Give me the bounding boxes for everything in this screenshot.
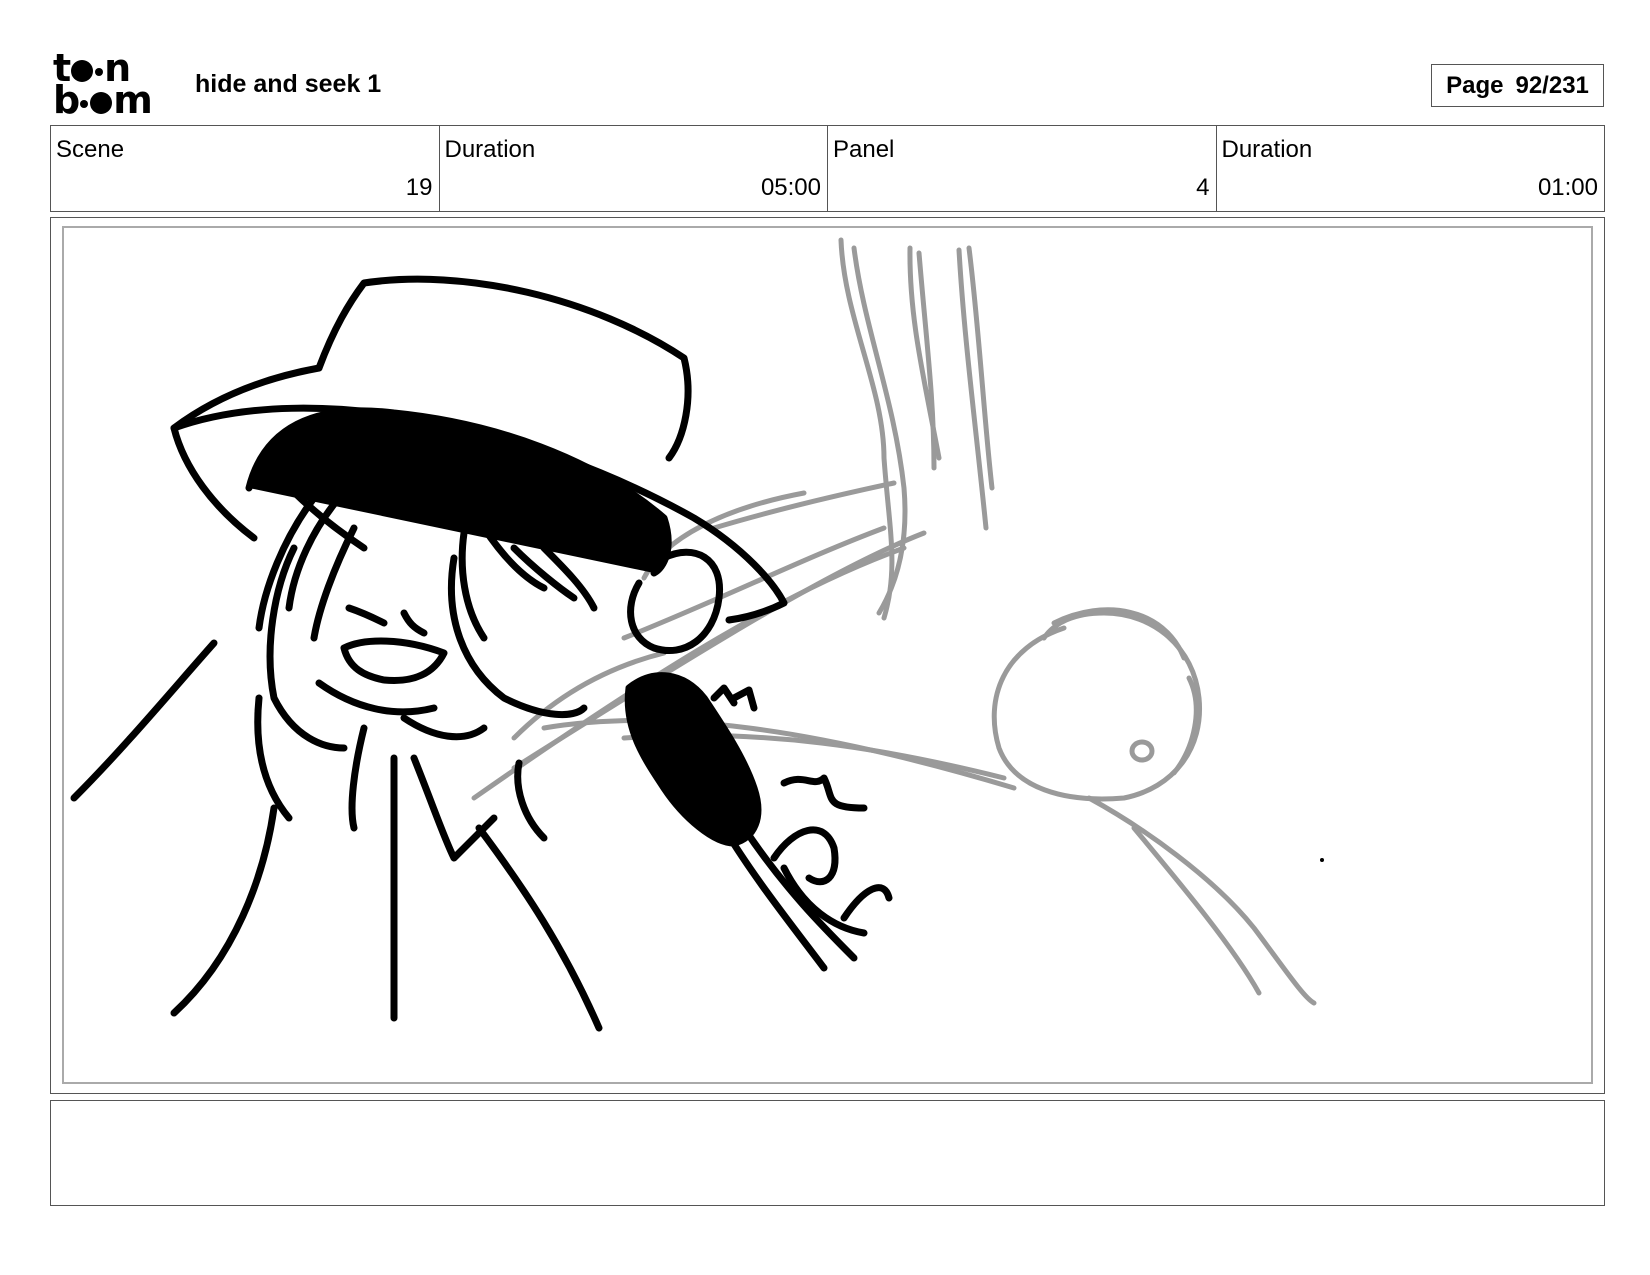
chin [400, 714, 488, 741]
scene-info-table: Scene 19 Duration 05:00 Panel 4 Duration… [50, 125, 1605, 212]
logo-dot [80, 100, 89, 108]
scene-duration-label: Duration [444, 136, 536, 163]
body [475, 824, 603, 1032]
toon-boom-logo: t n b m [53, 49, 173, 122]
microphone [624, 672, 762, 847]
rough-stroke [1086, 795, 1317, 1006]
scene-duration-value: 05:00 [760, 174, 821, 201]
arm [70, 639, 218, 802]
panel-duration-value: 01:00 [1537, 174, 1598, 201]
rough-stroke [966, 245, 995, 491]
hand [447, 554, 588, 719]
panel-duration-cell: Duration 01:00 [1217, 126, 1605, 211]
page-number: 92/231 [1515, 71, 1589, 99]
rough-stroke [991, 610, 1203, 802]
scene-value: 19 [405, 174, 433, 201]
rough-stroke [1171, 675, 1199, 776]
page-indicator: Page 92/231 [1431, 64, 1604, 107]
panel-notes-box [50, 1100, 1605, 1206]
eye [345, 604, 388, 627]
hair [245, 407, 672, 577]
hand-grip [840, 884, 893, 922]
storyboard-sketch [70, 237, 1324, 1032]
rough-stroke [711, 480, 897, 531]
microphone-cable [770, 826, 839, 886]
body [170, 804, 278, 1017]
sound-wave [780, 774, 868, 812]
ink-dot [1320, 858, 1324, 862]
panel-label: Panel [833, 136, 895, 163]
page-label: Page [1446, 71, 1504, 99]
ink-sketch [70, 275, 893, 1032]
body [348, 724, 368, 832]
hand [458, 529, 488, 642]
panel-value: 4 [1196, 174, 1210, 201]
logo-row-bottom: b m [53, 78, 153, 122]
rough-eye [1129, 739, 1155, 763]
scene-duration-cell: Duration 05:00 [440, 126, 828, 211]
rough-sketch [471, 237, 1317, 1006]
logo-dot [90, 92, 113, 114]
music-note [710, 684, 758, 712]
document-title: hide and seek 1 [195, 70, 382, 98]
panel-cell: Panel 4 [828, 126, 1217, 211]
panel-duration-label: Duration [1221, 136, 1313, 163]
scene-label: Scene [56, 136, 125, 163]
logo-letter: b [53, 78, 80, 122]
hand [310, 524, 358, 642]
mouth [340, 637, 448, 685]
arm [514, 759, 548, 842]
logo-letter: m [113, 78, 153, 122]
rough-stroke [541, 718, 1017, 791]
body [410, 754, 498, 862]
scene-cell: Scene 19 [51, 126, 440, 211]
cheek [315, 679, 438, 716]
logo-dot [95, 68, 104, 76]
microphone-handle [720, 824, 828, 972]
storyboard-panel [62, 226, 1593, 1084]
eye [400, 609, 428, 637]
storyboard-panel-frame [50, 217, 1605, 1094]
